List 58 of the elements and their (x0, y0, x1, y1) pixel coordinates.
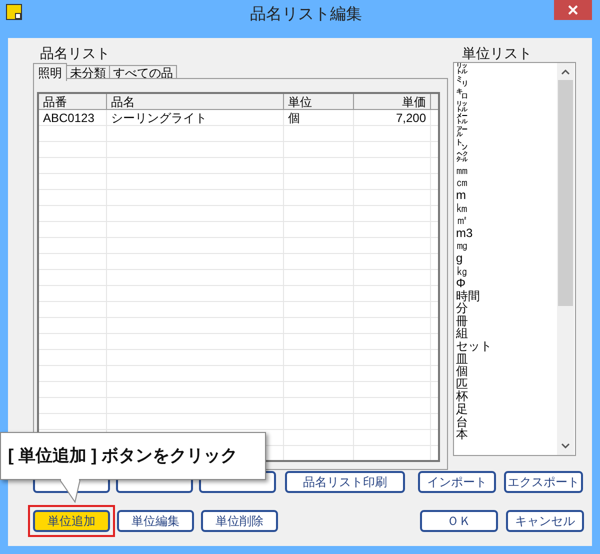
list-item[interactable]: ㍑ (456, 63, 575, 76)
list-item[interactable]: 杯 (456, 390, 575, 404)
app-icon (6, 4, 22, 20)
button[interactable]: 品名リスト印刷 (285, 471, 405, 493)
list-item[interactable]: ㍉ (456, 76, 575, 88)
list-item[interactable]: 分 (456, 302, 575, 315)
scroll-thumb[interactable] (558, 80, 573, 306)
list-item[interactable]: ㎏ (456, 264, 575, 278)
scrollbar[interactable] (557, 63, 574, 455)
list-label: 品名リスト (40, 44, 110, 63)
list-item[interactable]: 台 (456, 416, 575, 428)
close-button[interactable] (554, 0, 592, 20)
list-item[interactable]: ㍍ (456, 113, 575, 126)
list-item[interactable]: ㎎ (456, 239, 575, 252)
button[interactable]: 単位追加 (33, 510, 110, 532)
column-header[interactable]: 品番 (39, 94, 107, 110)
list-item[interactable]: 時間 (456, 290, 575, 302)
callout-text: [ 単位追加 ] ボタンをクリック (8, 445, 238, 468)
table-cell: 7,200 (354, 110, 431, 126)
list-item[interactable]: 足 (456, 403, 575, 416)
column-header[interactable]: 品名 (107, 94, 284, 110)
list-item[interactable]: Φ (456, 277, 575, 290)
button[interactable]: 単位編集 (117, 510, 194, 532)
scroll-down-icon[interactable] (561, 443, 570, 449)
close-icon (568, 5, 578, 15)
list-item[interactable]: 匹 (456, 378, 575, 390)
list-label: 単位リスト (462, 44, 532, 63)
list-item[interactable]: ㎝ (456, 176, 575, 189)
list-item[interactable]: ㎞ (456, 202, 575, 214)
list-item[interactable]: 本 (456, 428, 575, 441)
list-item[interactable]: m3 (456, 226, 575, 240)
list-item[interactable]: ㍑ (456, 100, 575, 114)
list-item[interactable]: ㌧ (456, 138, 575, 152)
table-cell: シーリングライト (107, 110, 284, 126)
list-item[interactable]: g (456, 252, 575, 264)
column-header[interactable]: 単位 (284, 94, 354, 110)
list-item[interactable]: セット (456, 340, 575, 353)
window-title: 品名リスト編集 (250, 5, 362, 25)
list-item[interactable]: 組 (456, 327, 575, 340)
scroll-up-icon[interactable] (561, 69, 570, 75)
column-header[interactable]: 単価 (354, 94, 431, 110)
button[interactable]: インポート (418, 471, 496, 493)
list-item[interactable]: ㌃ (456, 126, 575, 139)
table-cell: ABC0123 (39, 110, 107, 126)
list-item[interactable]: ㎡ (456, 214, 575, 227)
list-item[interactable]: 冊 (456, 314, 575, 328)
button[interactable]: キャンセル (506, 510, 584, 532)
button[interactable]: エクスポート (504, 471, 583, 493)
list-item[interactable]: ㌶ (456, 151, 575, 164)
list-item[interactable]: m (456, 188, 575, 202)
table-cell: 個 (284, 110, 354, 126)
tab[interactable]: 照明 (33, 63, 67, 81)
list-item[interactable]: 皿 (456, 352, 575, 366)
list-item[interactable]: ㌔ (456, 88, 575, 101)
list-item[interactable]: ㎜ (456, 164, 575, 176)
button[interactable]: ＯＫ (420, 510, 498, 532)
list-item[interactable]: 個 (456, 365, 575, 378)
button[interactable]: 単位削除 (201, 510, 278, 532)
